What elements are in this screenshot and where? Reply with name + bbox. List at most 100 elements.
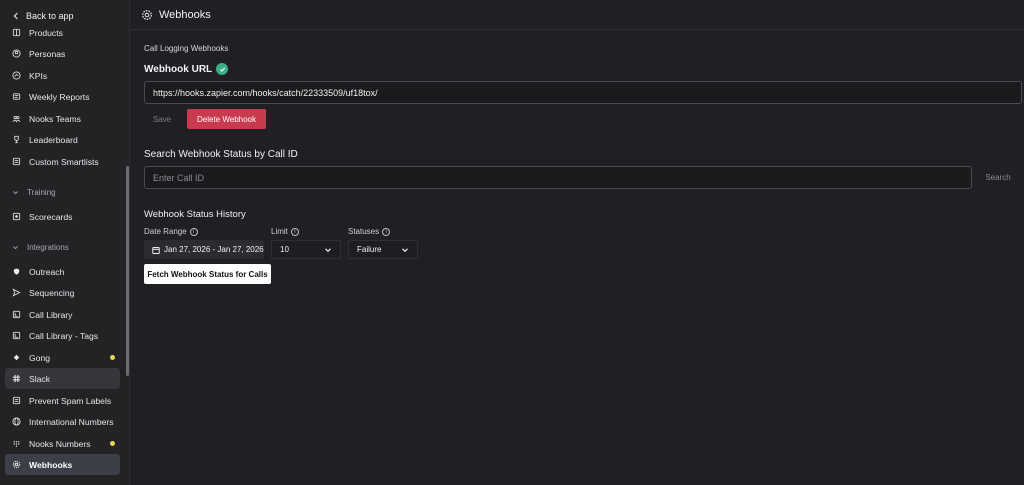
- page-title: Webhooks: [159, 8, 211, 21]
- sidebar-item-label: Nooks Teams: [29, 113, 81, 124]
- outreach-icon: [12, 267, 21, 276]
- sidebar-item-label: Scorecards: [29, 211, 73, 222]
- sidebar-scrollbar[interactable]: [126, 166, 129, 376]
- gong-icon: [12, 353, 21, 362]
- sidebar-item-label: Webhooks: [29, 459, 73, 470]
- sidebar-item-label: Prevent Spam Labels: [29, 395, 112, 406]
- globe-icon: [12, 417, 21, 426]
- sidebar: Back to app Products Personas KPIs Weekl…: [0, 0, 130, 485]
- fetch-webhook-status-button[interactable]: Fetch Webhook Status for Calls: [144, 264, 271, 284]
- sidebar-item-scorecards[interactable]: Scorecards: [5, 206, 120, 227]
- chevron-down-icon: [13, 246, 18, 250]
- sidebar-item-label: International Numbers: [29, 416, 114, 427]
- info-icon[interactable]: i: [290, 227, 299, 236]
- search-heading: Search Webhook Status by Call ID: [144, 149, 298, 160]
- sidebar-item-label: Custom Smartlists: [29, 156, 99, 167]
- sidebar-item-gong[interactable]: Gong: [5, 347, 120, 368]
- sidebar-item-label: Slack: [29, 373, 51, 384]
- section-training[interactable]: Training: [12, 188, 56, 197]
- sidebar-item-webhooks[interactable]: Webhooks: [5, 454, 120, 475]
- keypad-icon: [12, 439, 21, 448]
- sidebar-item-label: Weekly Reports: [29, 91, 90, 102]
- info-icon[interactable]: i: [382, 227, 391, 236]
- book-icon: [12, 28, 21, 37]
- section-caption: Call Logging Webhooks: [144, 44, 229, 53]
- sidebar-item-call-library-tags[interactable]: Call Library - Tags: [5, 325, 120, 346]
- sidebar-item-custom-smartlists[interactable]: Custom Smartlists: [5, 151, 120, 172]
- gear-icon: [142, 9, 152, 20]
- sidebar-item-weekly-reports[interactable]: Weekly Reports: [5, 86, 120, 107]
- webhook-url-label: Webhook URL: [144, 63, 213, 75]
- back-to-app-link[interactable]: Back to app: [12, 11, 74, 21]
- library-icon: [12, 310, 21, 319]
- limit-value: 10: [280, 245, 289, 254]
- sidebar-item-label: Sequencing: [29, 287, 75, 298]
- sidebar-item-sequencing[interactable]: Sequencing: [5, 282, 120, 303]
- date-range-value: Jan 27, 2026 - Jan 27, 2026: [164, 245, 264, 254]
- webhook-url-heading: Webhook URL: [144, 63, 229, 75]
- kpi-icon: [12, 71, 21, 80]
- section-label: Training: [27, 188, 56, 197]
- sidebar-item-nooks-numbers[interactable]: Nooks Numbers: [5, 433, 120, 454]
- sidebar-item-label: Outreach: [29, 266, 65, 277]
- sidebar-item-label: Products: [29, 27, 63, 38]
- user-circle-icon: [12, 49, 21, 58]
- sidebar-item-label: Call Library: [29, 309, 73, 320]
- back-label: Back to app: [26, 11, 74, 21]
- sidebar-item-international-numbers[interactable]: International Numbers: [5, 411, 120, 432]
- sidebar-item-label: Call Library - Tags: [29, 330, 99, 341]
- library-tags-icon: [12, 331, 21, 340]
- sidebar-item-products[interactable]: Products: [5, 22, 120, 43]
- section-integrations[interactable]: Integrations: [12, 243, 69, 252]
- newspaper-icon: [12, 92, 21, 101]
- send-icon: [12, 288, 21, 297]
- statuses-label: Statuses i: [348, 227, 391, 236]
- chevron-left-icon: [13, 12, 18, 20]
- limit-select[interactable]: 10: [271, 240, 341, 259]
- check-icon: [216, 63, 229, 75]
- delete-webhook-button[interactable]: Delete Webhook: [187, 109, 266, 129]
- scorecard-icon: [12, 212, 21, 221]
- save-button[interactable]: Save: [144, 109, 180, 129]
- sidebar-item-nooks-teams[interactable]: Nooks Teams: [5, 108, 120, 129]
- date-range-label: Date Range i: [144, 227, 198, 236]
- search-button[interactable]: Search: [980, 167, 1016, 187]
- users-icon: [12, 114, 21, 123]
- sidebar-item-personas[interactable]: Personas: [5, 43, 120, 64]
- notification-dot: [110, 355, 115, 360]
- list-icon: [12, 157, 21, 166]
- history-heading: Webhook Status History: [144, 209, 246, 220]
- limit-label: Limit i: [271, 227, 299, 236]
- sidebar-item-outreach[interactable]: Outreach: [5, 261, 120, 282]
- sidebar-item-leaderboard[interactable]: Leaderboard: [5, 129, 120, 150]
- date-range-picker[interactable]: Jan 27, 2026 - Jan 27, 2026: [144, 240, 264, 259]
- statuses-value: Failure: [357, 245, 382, 254]
- sidebar-item-label: KPIs: [29, 70, 48, 81]
- info-icon[interactable]: i: [189, 227, 198, 236]
- gear-icon: [12, 460, 21, 469]
- chevron-down-icon: [325, 247, 331, 252]
- sidebar-item-label: Leaderboard: [29, 134, 78, 145]
- limit-label-text: Limit: [271, 227, 288, 236]
- sidebar-item-slack[interactable]: Slack: [5, 368, 120, 389]
- trophy-icon: [12, 135, 21, 144]
- section-label: Integrations: [27, 243, 69, 252]
- calendar-icon: [152, 246, 160, 254]
- tag-icon: [12, 396, 21, 405]
- sidebar-item-label: Personas: [29, 48, 66, 59]
- sidebar-item-prevent-spam-labels[interactable]: Prevent Spam Labels: [5, 390, 120, 411]
- date-range-label-text: Date Range: [144, 227, 187, 236]
- webhook-url-input[interactable]: https://hooks.zapier.com/hooks/catch/223…: [144, 81, 1022, 104]
- sidebar-item-kpis[interactable]: KPIs: [5, 65, 120, 86]
- sidebar-item-label: Nooks Numbers: [29, 438, 91, 449]
- statuses-label-text: Statuses: [348, 227, 380, 236]
- notification-dot: [110, 441, 115, 446]
- chevron-down-icon: [13, 191, 18, 195]
- call-id-input[interactable]: Enter Call ID: [144, 166, 972, 189]
- sidebar-item-call-library[interactable]: Call Library: [5, 304, 120, 325]
- chevron-down-icon: [402, 247, 408, 252]
- slack-icon: [12, 374, 21, 383]
- sidebar-item-label: Gong: [29, 352, 51, 363]
- statuses-select[interactable]: Failure: [348, 240, 418, 259]
- page-header: Webhooks: [131, 0, 1024, 30]
